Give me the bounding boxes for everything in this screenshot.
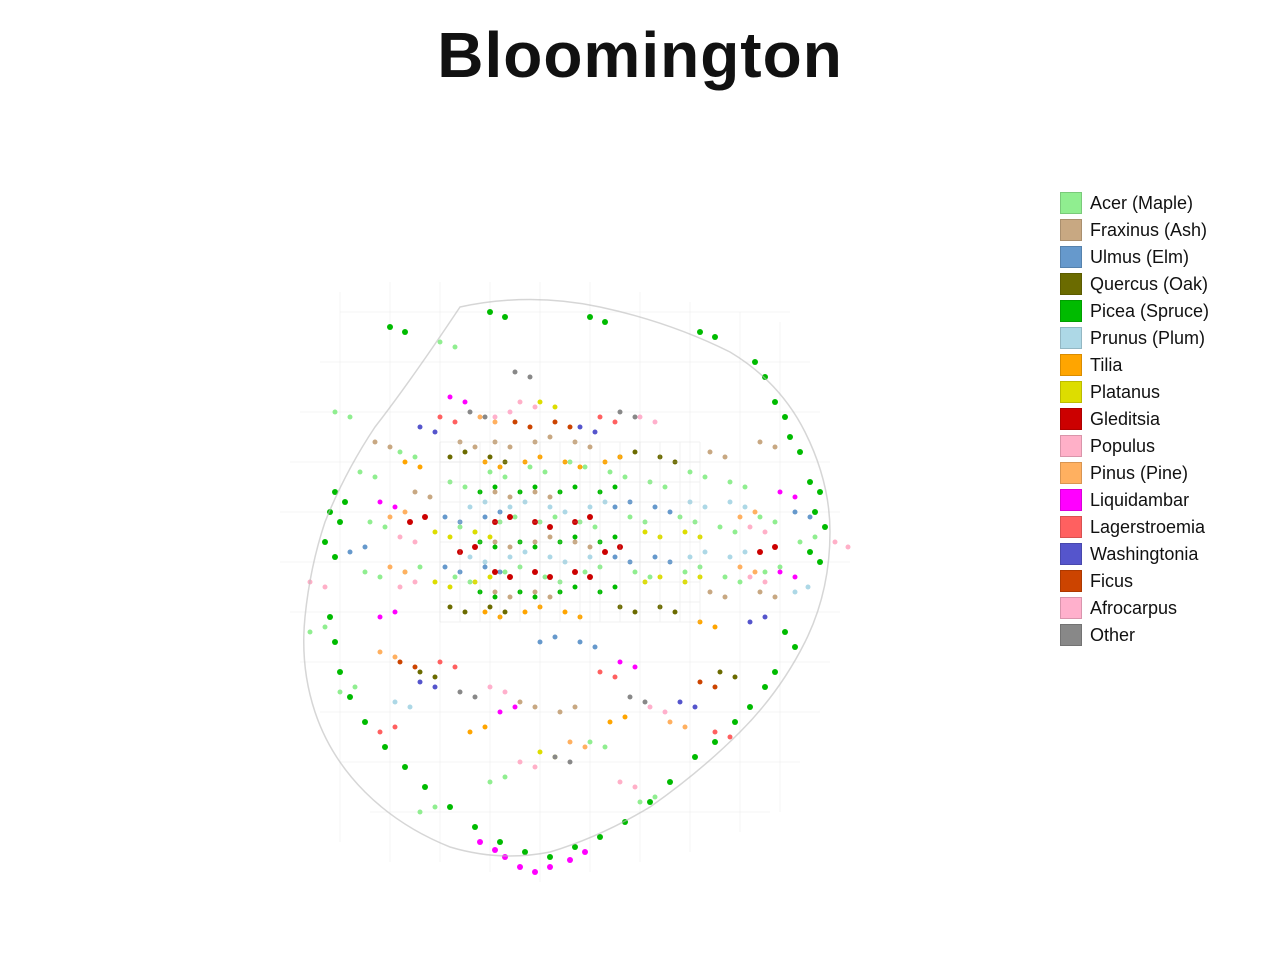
legend-label: Gleditsia bbox=[1090, 409, 1160, 430]
legend-item: Afrocarpus bbox=[1060, 597, 1260, 619]
legend-item: Prunus (Plum) bbox=[1060, 327, 1260, 349]
legend-item: Platanus bbox=[1060, 381, 1260, 403]
legend-item: Pinus (Pine) bbox=[1060, 462, 1260, 484]
legend-swatch bbox=[1060, 570, 1082, 592]
legend-swatch bbox=[1060, 219, 1082, 241]
legend-label: Platanus bbox=[1090, 382, 1160, 403]
legend-swatch bbox=[1060, 624, 1082, 646]
legend-swatch bbox=[1060, 516, 1082, 538]
legend-label: Pinus (Pine) bbox=[1090, 463, 1188, 484]
legend-item: Quercus (Oak) bbox=[1060, 273, 1260, 295]
legend-label: Lagerstroemia bbox=[1090, 517, 1205, 538]
legend-label: Fraxinus (Ash) bbox=[1090, 220, 1207, 241]
legend-item: Other bbox=[1060, 624, 1260, 646]
legend-label: Liquidambar bbox=[1090, 490, 1189, 511]
main-content: Acer (Maple) Fraxinus (Ash) Ulmus (Elm) Que… bbox=[0, 112, 1280, 962]
legend-item: Acer (Maple) bbox=[1060, 192, 1260, 214]
legend-swatch bbox=[1060, 300, 1082, 322]
map-container bbox=[0, 112, 1060, 962]
legend-swatch bbox=[1060, 462, 1082, 484]
map-visualization bbox=[140, 162, 920, 912]
legend-swatch bbox=[1060, 597, 1082, 619]
legend-item: Fraxinus (Ash) bbox=[1060, 219, 1260, 241]
legend-label: Acer (Maple) bbox=[1090, 193, 1193, 214]
legend-swatch bbox=[1060, 408, 1082, 430]
legend: Acer (Maple) Fraxinus (Ash) Ulmus (Elm) Que… bbox=[1060, 112, 1280, 651]
legend-label: Populus bbox=[1090, 436, 1155, 457]
legend-swatch bbox=[1060, 354, 1082, 376]
legend-item: Populus bbox=[1060, 435, 1260, 457]
legend-item: Lagerstroemia bbox=[1060, 516, 1260, 538]
legend-label: Prunus (Plum) bbox=[1090, 328, 1205, 349]
legend-label: Washingtonia bbox=[1090, 544, 1198, 565]
legend-item: Picea (Spruce) bbox=[1060, 300, 1260, 322]
legend-item: Ulmus (Elm) bbox=[1060, 246, 1260, 268]
legend-item: Ficus bbox=[1060, 570, 1260, 592]
legend-label: Quercus (Oak) bbox=[1090, 274, 1208, 295]
legend-label: Tilia bbox=[1090, 355, 1122, 376]
page-title: Bloomington bbox=[0, 0, 1280, 92]
legend-item: Tilia bbox=[1060, 354, 1260, 376]
legend-swatch bbox=[1060, 273, 1082, 295]
legend-swatch bbox=[1060, 327, 1082, 349]
legend-swatch bbox=[1060, 246, 1082, 268]
legend-swatch bbox=[1060, 435, 1082, 457]
legend-swatch bbox=[1060, 543, 1082, 565]
legend-item: Washingtonia bbox=[1060, 543, 1260, 565]
legend-label: Picea (Spruce) bbox=[1090, 301, 1209, 322]
legend-item: Liquidambar bbox=[1060, 489, 1260, 511]
legend-swatch bbox=[1060, 192, 1082, 214]
legend-swatch bbox=[1060, 489, 1082, 511]
legend-label: Ulmus (Elm) bbox=[1090, 247, 1189, 268]
legend-label: Other bbox=[1090, 625, 1135, 646]
legend-item: Gleditsia bbox=[1060, 408, 1260, 430]
legend-label: Ficus bbox=[1090, 571, 1133, 592]
legend-label: Afrocarpus bbox=[1090, 598, 1177, 619]
legend-swatch bbox=[1060, 381, 1082, 403]
